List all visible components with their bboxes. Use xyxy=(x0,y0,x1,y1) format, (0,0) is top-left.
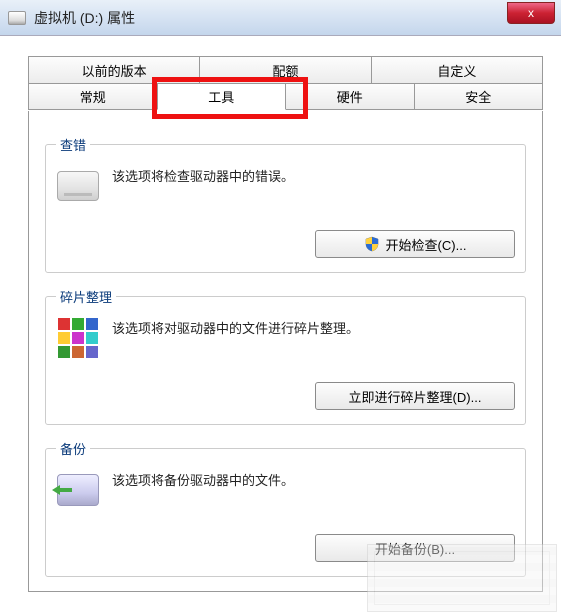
check-now-button[interactable]: 开始检查(C)... xyxy=(315,230,515,258)
properties-window: 虚拟机 (D:) 属性 x 以前的版本 配额 自定义 常规 工具 硬件 安全 查… xyxy=(0,0,561,616)
backup-legend: 备份 xyxy=(56,439,90,458)
titlebar: 虚拟机 (D:) 属性 x xyxy=(0,0,561,36)
tab-previous-versions[interactable]: 以前的版本 xyxy=(28,56,200,83)
error-checking-legend: 查错 xyxy=(56,135,90,154)
tab-tools[interactable]: 工具 xyxy=(157,83,287,110)
content-area: 以前的版本 配额 自定义 常规 工具 硬件 安全 查错 该选项将检查驱动器中的错… xyxy=(10,48,561,616)
defrag-text: 该选项将对驱动器中的文件进行碎片整理。 xyxy=(112,316,359,338)
tab-row-front: 常规 工具 硬件 安全 xyxy=(28,83,543,110)
error-checking-text: 该选项将检查驱动器中的错误。 xyxy=(112,164,294,186)
defrag-icon xyxy=(56,316,100,360)
window-title: 虚拟机 (D:) 属性 xyxy=(34,8,135,28)
tab-row-back: 以前的版本 配额 自定义 xyxy=(28,56,543,83)
tab-hardware[interactable]: 硬件 xyxy=(285,83,415,110)
check-now-label: 开始检查(C)... xyxy=(386,235,467,254)
drive-icon xyxy=(8,11,26,25)
tab-general[interactable]: 常规 xyxy=(28,83,158,110)
tab-security[interactable]: 安全 xyxy=(414,83,544,110)
backup-icon xyxy=(56,468,100,512)
tools-panel: 查错 该选项将检查驱动器中的错误。 xyxy=(28,111,543,592)
defrag-legend: 碎片整理 xyxy=(56,287,116,306)
close-button[interactable]: x xyxy=(507,2,555,24)
error-checking-group: 查错 该选项将检查驱动器中的错误。 xyxy=(45,135,526,273)
watermark-overlay xyxy=(367,544,557,612)
close-icon: x xyxy=(528,6,534,20)
disk-check-icon xyxy=(56,164,100,208)
tab-strip: 以前的版本 配额 自定义 常规 工具 硬件 安全 xyxy=(28,56,543,111)
uac-shield-icon xyxy=(364,236,380,252)
defrag-now-button[interactable]: 立即进行碎片整理(D)... xyxy=(315,382,515,410)
tab-quota[interactable]: 配额 xyxy=(199,56,371,83)
defrag-group: 碎片整理 该选项将对驱动器中的文件进行碎片整理。 立即进行碎片整理(D)... xyxy=(45,287,526,425)
tab-customize[interactable]: 自定义 xyxy=(371,56,543,83)
defrag-now-label: 立即进行碎片整理(D)... xyxy=(349,387,482,406)
backup-text: 该选项将备份驱动器中的文件。 xyxy=(112,468,294,490)
